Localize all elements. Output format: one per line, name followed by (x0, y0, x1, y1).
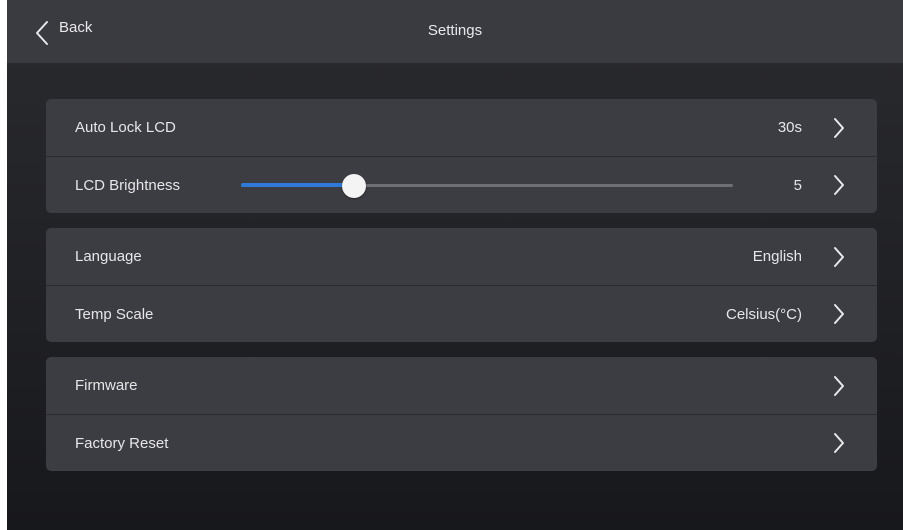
locale-settings-group: Language English Temp Scale Celsius(°C) (46, 228, 877, 342)
firmware-row[interactable]: Firmware (46, 357, 877, 414)
temp-scale-value: Celsius(°C) (725, 305, 802, 323)
chevron-right-icon (833, 375, 845, 397)
display-settings-group: Auto Lock LCD 30s LCD Brightness 5 (46, 99, 877, 213)
system-settings-group: Firmware Factory Reset (46, 357, 877, 471)
chevron-right-icon (833, 117, 845, 139)
auto-lock-lcd-value: 30s (777, 119, 802, 136)
chevron-right-icon (833, 246, 845, 268)
chevron-right-icon (833, 303, 845, 325)
language-label: Language (75, 248, 142, 265)
lcd-brightness-value: 5 (793, 176, 802, 194)
lcd-brightness-row[interactable]: LCD Brightness 5 (46, 156, 877, 213)
slider-fill (241, 183, 355, 187)
top-bar: Back Settings (7, 0, 903, 63)
language-value: English (752, 248, 802, 265)
chevron-right-icon (833, 174, 845, 196)
slider-thumb[interactable] (342, 174, 367, 198)
page-title: Settings (427, 22, 483, 39)
temp-scale-row[interactable]: Temp Scale Celsius(°C) (46, 285, 877, 342)
lcd-brightness-label: LCD Brightness (75, 176, 181, 194)
language-row[interactable]: Language English (46, 228, 877, 285)
chevron-right-icon (833, 432, 845, 454)
temp-scale-label: Temp Scale (75, 305, 154, 323)
factory-reset-row[interactable]: Factory Reset (46, 414, 877, 471)
brightness-slider[interactable] (241, 174, 733, 198)
firmware-label: Firmware (75, 377, 138, 394)
settings-screen: Back Settings Auto Lock LCD 30s LCD Brig… (7, 0, 903, 530)
auto-lock-lcd-row[interactable]: Auto Lock LCD 30s (46, 99, 877, 156)
auto-lock-lcd-label: Auto Lock LCD (75, 119, 176, 136)
factory-reset-label: Factory Reset (75, 434, 169, 452)
